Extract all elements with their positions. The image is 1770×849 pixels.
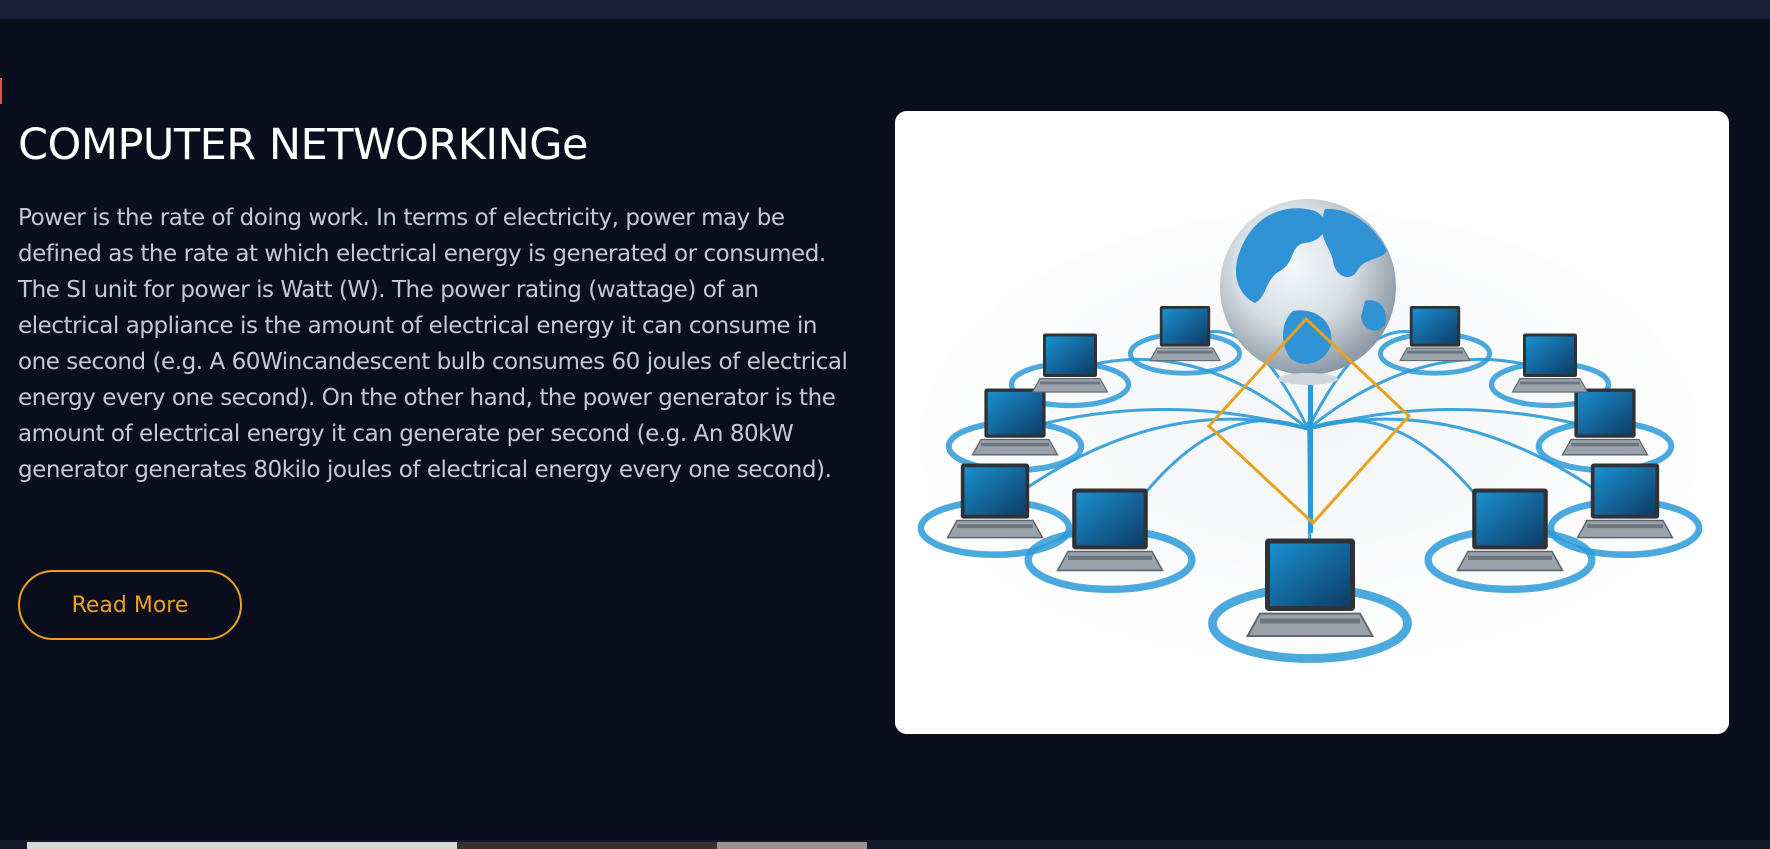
accent-marker — [0, 78, 2, 104]
laptop-icon — [1456, 488, 1564, 572]
laptop-icon — [1561, 388, 1649, 456]
bottom-strip — [0, 840, 1770, 849]
laptop-icon — [1511, 333, 1589, 393]
network-globe-laptops-illustration — [895, 111, 1729, 734]
laptop-icon — [1149, 306, 1221, 362]
page-title: COMPUTER NETWORKINGe — [18, 120, 589, 170]
top-nav-bar — [0, 0, 1770, 19]
laptop-icon — [1576, 463, 1674, 539]
laptop-icon — [946, 463, 1044, 539]
laptop-icon — [1245, 538, 1375, 637]
laptop-icon — [1056, 488, 1164, 572]
laptop-icon — [971, 388, 1059, 456]
read-more-button[interactable]: Read More — [18, 570, 242, 640]
laptop-icon — [1399, 306, 1471, 362]
laptop-icon — [1031, 333, 1109, 393]
section-description: Power is the rate of doing work. In term… — [18, 205, 848, 483]
network-illustration-card — [895, 111, 1729, 734]
